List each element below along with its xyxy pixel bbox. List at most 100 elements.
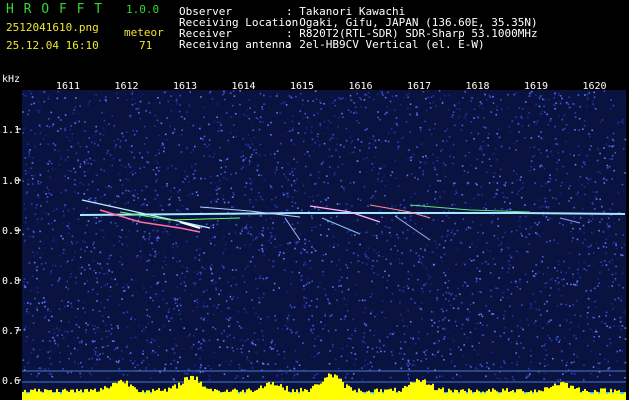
baseline-bar xyxy=(470,390,472,400)
noise-dot xyxy=(236,297,239,299)
noise-dot xyxy=(227,361,229,363)
noise-dot xyxy=(313,248,315,250)
noise-dot xyxy=(207,365,210,367)
noise-dot xyxy=(128,166,131,168)
noise-dot xyxy=(491,341,494,343)
noise-dot xyxy=(151,248,154,250)
noise-dot xyxy=(410,274,413,276)
noise-dot xyxy=(264,327,267,330)
noise-dot xyxy=(127,179,129,182)
noise-dot xyxy=(454,320,457,323)
noise-dot xyxy=(142,203,145,205)
noise-dot xyxy=(363,99,366,101)
noise-dot xyxy=(46,186,48,189)
noise-dot xyxy=(74,109,77,112)
noise-dot xyxy=(244,194,247,196)
noise-dot xyxy=(126,131,128,134)
noise-dot xyxy=(51,168,54,171)
noise-dot xyxy=(500,271,503,273)
noise-dot xyxy=(513,170,515,172)
noise-dot xyxy=(211,117,213,120)
noise-dot xyxy=(391,205,393,208)
noise-dot xyxy=(345,209,347,211)
noise-dot xyxy=(606,344,609,347)
noise-dot xyxy=(323,132,326,135)
noise-dot xyxy=(44,262,47,264)
baseline-bar xyxy=(134,387,136,400)
noise-dot xyxy=(476,115,478,117)
noise-dot xyxy=(287,195,289,198)
baseline-bar xyxy=(198,382,200,400)
baseline-bar xyxy=(440,389,442,400)
noise-dot xyxy=(30,103,33,106)
noise-dot xyxy=(443,253,446,256)
noise-dot xyxy=(106,169,109,172)
noise-dot xyxy=(153,368,156,370)
noise-dot xyxy=(609,208,612,211)
noise-dot xyxy=(93,247,96,249)
noise-dot xyxy=(623,129,626,132)
noise-dot xyxy=(352,311,355,313)
noise-dot xyxy=(515,149,517,151)
noise-dot xyxy=(332,344,334,346)
noise-dot xyxy=(356,292,358,295)
baseline-bar xyxy=(148,390,150,400)
noise-dot xyxy=(251,367,254,369)
noise-dot xyxy=(119,173,121,175)
baseline-bar xyxy=(422,380,424,400)
noise-dot xyxy=(114,146,116,149)
baseline-bar xyxy=(398,391,400,400)
noise-dot xyxy=(79,145,82,148)
noise-dot xyxy=(181,272,184,275)
noise-dot xyxy=(478,105,481,107)
noise-dot xyxy=(451,116,453,118)
noise-dot xyxy=(425,267,428,270)
baseline-bar xyxy=(212,391,214,400)
noise-dot xyxy=(49,340,51,342)
noise-dot xyxy=(270,121,272,124)
noise-dot xyxy=(178,309,180,312)
noise-dot xyxy=(520,342,522,345)
noise-dot xyxy=(438,90,441,92)
noise-dot xyxy=(293,158,295,160)
noise-dot xyxy=(394,362,397,365)
baseline-bar xyxy=(564,382,566,400)
noise-dot xyxy=(376,260,378,262)
noise-dot xyxy=(84,311,86,313)
noise-dot xyxy=(154,198,156,200)
noise-dot xyxy=(421,287,423,290)
noise-dot xyxy=(256,236,258,239)
noise-dot xyxy=(617,124,619,127)
noise-dot xyxy=(410,173,413,175)
noise-dot xyxy=(95,222,97,224)
noise-dot xyxy=(128,353,130,355)
baseline-bar xyxy=(516,389,518,400)
noise-dot xyxy=(324,198,326,201)
noise-dot xyxy=(429,107,432,109)
noise-dot xyxy=(407,107,409,110)
noise-dot xyxy=(389,261,392,264)
baseline-bar xyxy=(256,389,258,400)
noise-dot xyxy=(448,217,450,219)
noise-dot xyxy=(263,179,265,181)
noise-dot xyxy=(64,305,66,308)
noise-dot xyxy=(439,197,442,199)
noise-dot xyxy=(47,367,50,370)
noise-dot xyxy=(274,246,277,249)
noise-dot xyxy=(304,238,306,241)
baseline-bar xyxy=(30,389,32,400)
noise-dot xyxy=(407,96,409,99)
noise-dot xyxy=(311,246,313,248)
baseline-bar xyxy=(544,387,546,400)
noise-dot xyxy=(415,352,418,354)
noise-dot xyxy=(402,136,405,139)
noise-dot xyxy=(32,251,34,253)
noise-dot xyxy=(546,310,548,312)
noise-dot xyxy=(338,203,341,205)
noise-dot xyxy=(40,368,43,370)
noise-dot xyxy=(363,332,366,334)
baseline-bar xyxy=(272,382,274,400)
noise-dot xyxy=(415,239,418,241)
noise-dot xyxy=(279,112,282,114)
noise-dot xyxy=(241,351,243,354)
